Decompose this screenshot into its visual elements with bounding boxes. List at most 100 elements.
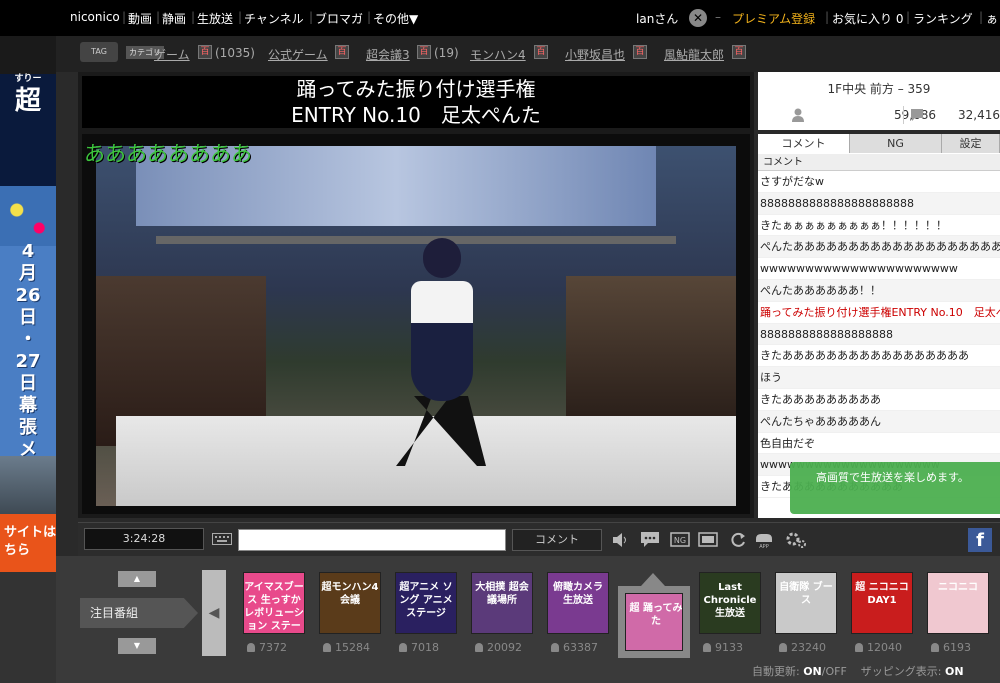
comment-list[interactable]: さすがだなw 8888888888888888888888 きたぁぁぁぁぁぁぁぁぁ！… (758, 171, 1000, 498)
encyclopedia-icon[interactable]: 百 (417, 45, 431, 59)
close-icon[interactable]: ✕ (689, 9, 707, 27)
comment-row[interactable]: ぺんたああああああ！！ (758, 279, 1000, 302)
comment-row[interactable]: きたぁぁぁぁぁぁぁぁぁ！！！！！！ (758, 215, 1000, 237)
tag-item[interactable]: ゲーム (154, 46, 190, 63)
program-thumbnail-title: 超 ニコニコ DAY1 (855, 582, 909, 606)
tag-item[interactable]: 超会議3 (366, 46, 410, 63)
comment-row[interactable]: きたあああああああああああああああああ (758, 345, 1000, 368)
encyclopedia-icon[interactable]: 百 (732, 45, 746, 59)
program-thumbnail-title: 俯瞰カメラ 生放送 (553, 582, 603, 606)
comment-input[interactable] (238, 529, 506, 551)
program-thumbnail[interactable]: 超アニメ ソング アニメステージ (395, 572, 457, 634)
ranking-link[interactable]: ランキング (913, 10, 973, 27)
tab-settings[interactable]: 設定 (942, 134, 1000, 153)
program-viewer-count: 9133 (703, 641, 743, 654)
encyclopedia-icon[interactable]: 百 (534, 45, 548, 59)
nav-blomaga[interactable]: ブロマガ (315, 10, 363, 27)
comment-row[interactable]: 8888888888888888888888 (758, 192, 1000, 215)
user-icon (855, 643, 863, 652)
tag-item[interactable]: 小野坂昌也 (565, 46, 625, 63)
facebook-icon[interactable]: f (968, 528, 992, 552)
comment-row[interactable]: 色自由だぞ (758, 433, 1000, 455)
ad-site-link[interactable]: サイトは ちら (0, 514, 56, 572)
svg-text:NG: NG (674, 536, 686, 545)
program-thumbnail[interactable]: 超 ニコニコ DAY1 (851, 572, 913, 634)
program-viewer-count: 6193 (931, 641, 971, 654)
comment-row[interactable]: wwwwwwwwwwwwwwwwwwwwww (758, 258, 1000, 280)
prev-programs-button[interactable]: ◀ (202, 570, 226, 656)
tag-bar: TAG カテゴリ ゲーム 百 (1035) 公式ゲーム 百 超会議3 百 (19… (56, 36, 1000, 72)
scroll-up-button[interactable]: ▲ (118, 571, 156, 587)
nav-niconico[interactable]: niconico (70, 10, 120, 24)
elapsed-time: 3:24:28 (84, 528, 204, 550)
program-thumbnail[interactable]: 超モンハン4 会議 (319, 572, 381, 634)
user-name[interactable]: lanさん (636, 10, 678, 27)
comment-count: 32,416 (958, 108, 1000, 122)
reload-icon[interactable] (728, 531, 748, 549)
hq-notification[interactable]: 高画質で生放送を楽しめます。 (790, 462, 1000, 514)
auto-update-settings: 自動更新: ON/OFF ザッピング表示: ON (752, 665, 964, 678)
program-thumbnail-title: 超モンハン4 会議 (321, 582, 379, 606)
comment-row[interactable]: 8888888888888888888 (758, 323, 1000, 346)
app-icon[interactable]: APP (754, 531, 774, 549)
favorites-link[interactable]: お気に入り 0 (832, 10, 903, 27)
comment-row[interactable]: きたあああああああああ (758, 389, 1000, 411)
keyboard-icon[interactable] (212, 531, 232, 547)
tag-item[interactable]: モンハン4 (470, 46, 526, 63)
nav-video[interactable]: 動画 (128, 10, 152, 27)
comment-submit-button[interactable]: コメント (512, 529, 602, 551)
program-thumbnail[interactable]: 俯瞰カメラ 生放送 (547, 572, 609, 634)
auto-update-off[interactable]: /OFF (822, 665, 847, 678)
live-page: niconico | 動画 | 静画 | 生放送 | チャンネル | ブロマガ … (0, 0, 1000, 683)
encyclopedia-icon[interactable]: 百 (633, 45, 647, 59)
side-advertisement[interactable]: すりー 超 4 月 26 日 ・ 27 日 幕 張 メ ッ セ サイトは ちら (0, 36, 56, 683)
comment-toggle-icon[interactable] (640, 531, 660, 549)
video-player[interactable]: ああああああああ (82, 134, 750, 514)
encyclopedia-icon[interactable]: 百 (335, 45, 349, 59)
comment-icon (911, 109, 923, 121)
nav-more[interactable]: ぁ (986, 10, 998, 27)
program-thumbnail[interactable]: 自衛隊 ブース (775, 572, 837, 634)
comment-row[interactable]: ぺんたちゃあああああん (758, 410, 1000, 433)
program-thumbnail[interactable]: 大相撲 超会議場所 (471, 572, 533, 634)
tab-ng[interactable]: NG (850, 134, 942, 153)
comment-row[interactable]: ほう (758, 367, 1000, 389)
program-thumbnail[interactable]: Last Chronicle 生放送 (699, 572, 761, 634)
ad-crowd-image (0, 456, 56, 516)
tab-comment[interactable]: コメント (758, 134, 850, 153)
program-thumbnail-title: ニコニコ (938, 582, 978, 593)
program-thumbnail[interactable]: 超 踊ってみた (625, 593, 683, 651)
comment-panel: コメント NG 設定 コメント さすがだなw 888888888888888888… (758, 134, 1000, 518)
featured-programs-label: 注目番組 (80, 598, 198, 628)
ng-settings-icon[interactable]: NG (670, 531, 690, 549)
featured-programs-strip: ▲ 注目番組 ▼ ◀ アイマスブース 生っすか レボリューション ステージ 737… (56, 556, 1000, 683)
tag-item[interactable]: 公式ゲーム (268, 46, 328, 63)
encyclopedia-icon[interactable]: 百 (198, 45, 212, 59)
premium-link[interactable]: プレミアム登録 (732, 10, 815, 27)
tag-item[interactable]: 風鮎龍太郎 (664, 46, 724, 63)
comment-row[interactable]: ぺんたあああああああああああああああああああ (758, 236, 1000, 259)
gear-icon[interactable] (784, 531, 808, 549)
program-viewer-count: 7372 (247, 641, 287, 654)
user-icon (792, 108, 804, 122)
program-viewer-count: 12040 (855, 641, 902, 654)
auto-update-on[interactable]: ON (803, 665, 822, 678)
screen-size-icon[interactable] (698, 531, 718, 549)
user-icon (931, 643, 939, 652)
top-navigation: niconico | 動画 | 静画 | 生放送 | チャンネル | ブロマガ … (0, 0, 1000, 36)
nav-other-menu[interactable]: その他▼ (373, 10, 418, 27)
program-thumbnail-title: 大相撲 超会議場所 (475, 582, 529, 606)
zapping-on[interactable]: ON (945, 665, 964, 678)
program-thumbnail-title: アイマスブース 生っすか レボリューション ステージ (244, 582, 304, 632)
nav-channel[interactable]: チャンネル (244, 10, 304, 27)
comment-row[interactable]: さすがだなw (758, 171, 1000, 193)
program-thumbnail-title: 超アニメ ソング アニメステージ (399, 582, 453, 619)
program-thumbnail[interactable]: アイマスブース 生っすか レボリューション ステージ (243, 572, 305, 634)
program-thumbnail-title: 超 踊ってみた (629, 603, 683, 627)
volume-icon[interactable] (610, 531, 630, 549)
nav-seiga[interactable]: 静画 (162, 10, 186, 27)
scroll-down-button[interactable]: ▼ (118, 638, 156, 654)
nav-live[interactable]: 生放送 (197, 10, 233, 27)
comment-row[interactable]: 踊ってみた振り付け選手権ENTRY No.10 足太ぺんた (758, 302, 1000, 324)
program-thumbnail[interactable]: ニコニコ (927, 572, 989, 634)
